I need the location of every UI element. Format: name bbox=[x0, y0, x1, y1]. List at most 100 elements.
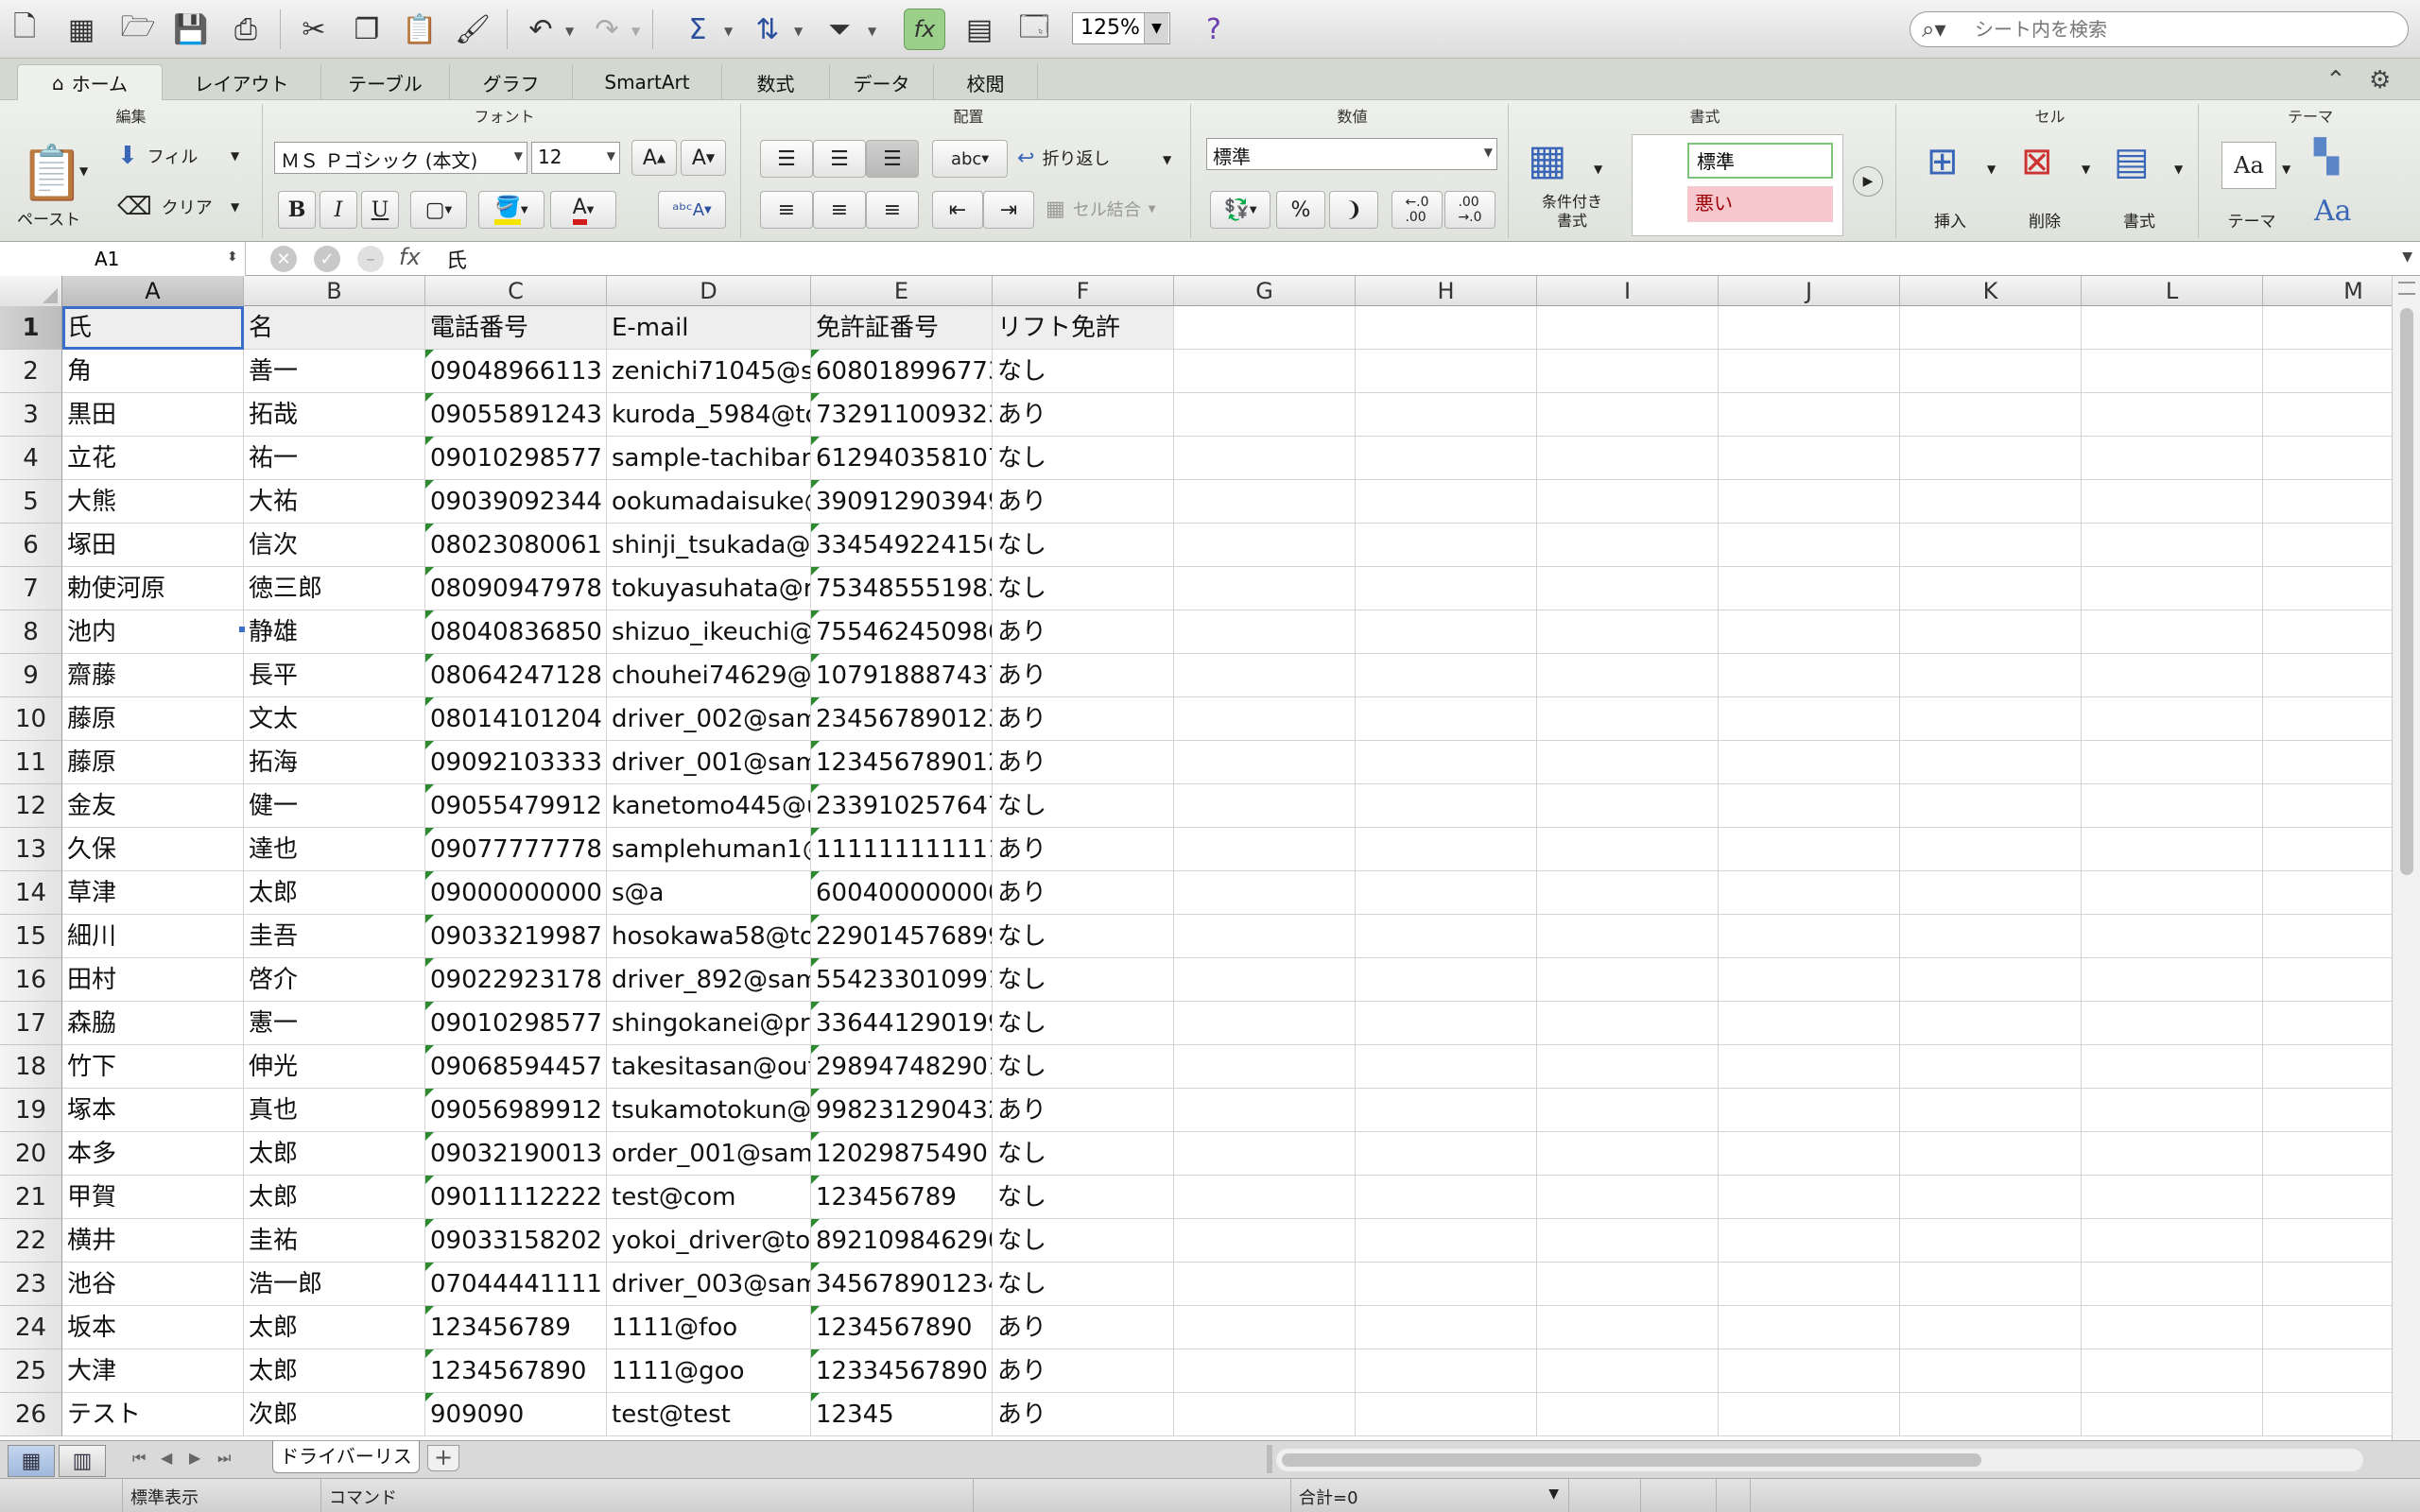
cell-b13[interactable]: 達也 bbox=[244, 828, 425, 871]
row-header[interactable]: 1 bbox=[0, 306, 62, 350]
cell-b19[interactable]: 真也 bbox=[244, 1089, 425, 1132]
cell-h13[interactable] bbox=[1356, 828, 1537, 871]
tab-data[interactable]: データ bbox=[830, 64, 934, 100]
cell-g4[interactable] bbox=[1174, 437, 1356, 480]
cell-j24[interactable] bbox=[1719, 1306, 1900, 1349]
row-header[interactable]: 3 bbox=[0, 393, 62, 437]
cell-c17[interactable]: 09010298577 bbox=[425, 1002, 607, 1045]
row-header[interactable]: 25 bbox=[0, 1349, 62, 1393]
cell-h24[interactable] bbox=[1356, 1306, 1537, 1349]
row-header[interactable]: 18 bbox=[0, 1045, 62, 1089]
cell-e12[interactable]: 233910257647 bbox=[811, 784, 993, 828]
currency-icon[interactable]: 💱 ▼ bbox=[1210, 191, 1270, 229]
fill-button[interactable]: ⬇ フィル bbox=[117, 142, 198, 170]
vertical-scrollbar[interactable] bbox=[2392, 276, 2420, 1440]
cell-i3[interactable] bbox=[1537, 393, 1719, 437]
cell-f12[interactable]: なし bbox=[993, 784, 1174, 828]
cell-c2[interactable]: 09048966113 bbox=[425, 350, 607, 393]
cell-g7[interactable] bbox=[1174, 567, 1356, 610]
cell-b8[interactable]: 静雄 bbox=[244, 610, 425, 654]
column-header-e[interactable]: E bbox=[811, 276, 993, 306]
cell-g25[interactable] bbox=[1174, 1349, 1356, 1393]
cell-b16[interactable]: 啓介 bbox=[244, 958, 425, 1002]
paste-clipboard-icon[interactable]: 📋 bbox=[19, 142, 85, 204]
cell-a20[interactable]: 本多 bbox=[62, 1132, 244, 1176]
row-header[interactable]: 12 bbox=[0, 784, 62, 828]
spreadsheet-grid[interactable]: ABCDEFGHIJKLM 1 氏名電話番号 E-mail 免許証番号 リフト免許 2 角善… bbox=[0, 276, 2392, 1440]
cell-h11[interactable] bbox=[1356, 741, 1537, 784]
toolbox-icon[interactable]: 🗔 bbox=[1013, 9, 1055, 50]
cell-g17[interactable] bbox=[1174, 1002, 1356, 1045]
horizontal-scrollbar[interactable] bbox=[1276, 1449, 2363, 1471]
cell-a12[interactable]: 金友 bbox=[62, 784, 244, 828]
cell-m9[interactable] bbox=[2263, 654, 2392, 697]
cell-b5[interactable]: 大祐 bbox=[244, 480, 425, 524]
cell-k11[interactable] bbox=[1900, 741, 2082, 784]
cell-e7[interactable]: 753485551983 bbox=[811, 567, 993, 610]
cell-h6[interactable] bbox=[1356, 524, 1537, 567]
cell-i4[interactable] bbox=[1537, 437, 1719, 480]
insert-label[interactable]: 挿入 bbox=[1927, 208, 1974, 232]
cell-c22[interactable]: 09033158202 bbox=[425, 1219, 607, 1263]
open-folder-icon[interactable]: 🗁 bbox=[117, 9, 159, 50]
increase-indent-icon[interactable]: ⇥ bbox=[983, 191, 1034, 229]
cell-m16[interactable] bbox=[2263, 958, 2392, 1002]
clear-button[interactable]: ⌫ クリア bbox=[117, 193, 213, 221]
cell-h25[interactable] bbox=[1356, 1349, 1537, 1393]
cell-k24[interactable] bbox=[1900, 1306, 2082, 1349]
tab-table[interactable]: テーブル bbox=[321, 64, 450, 100]
cell-c8[interactable]: 08040836850 bbox=[425, 610, 607, 654]
ribbon-settings-icon[interactable]: ⚙ bbox=[2369, 66, 2391, 94]
phonetic-icon[interactable]: ᵃᵇᶜA ▼ bbox=[658, 191, 726, 229]
cell-c4[interactable]: 09010298577 bbox=[425, 437, 607, 480]
cell-d16[interactable]: driver_892@samp bbox=[607, 958, 811, 1002]
cell-l5[interactable] bbox=[2082, 480, 2263, 524]
last-sheet-icon[interactable]: ⏭ bbox=[217, 1449, 231, 1468]
cell-c12[interactable]: 09055479912 bbox=[425, 784, 607, 828]
cell-l7[interactable] bbox=[2082, 567, 2263, 610]
cancel-entry-icon[interactable]: ✕ bbox=[270, 246, 297, 272]
cell-k10[interactable] bbox=[1900, 697, 2082, 741]
cell-j21[interactable] bbox=[1719, 1176, 1900, 1219]
formula-builder-icon[interactable]: fx bbox=[904, 9, 945, 50]
cell-c19[interactable]: 09056989912 bbox=[425, 1089, 607, 1132]
name-box-stepper-icon[interactable]: ⬍ bbox=[227, 249, 238, 265]
decrease-indent-icon[interactable]: ⇤ bbox=[932, 191, 983, 229]
cell-d22[interactable]: yokoi_driver@tora bbox=[607, 1219, 811, 1263]
cell-e1[interactable]: 免許証番号 bbox=[811, 306, 993, 350]
cell-c23[interactable]: 07044441111 bbox=[425, 1263, 607, 1306]
cell-b22[interactable]: 圭祐 bbox=[244, 1219, 425, 1263]
cell-i13[interactable] bbox=[1537, 828, 1719, 871]
cell-l19[interactable] bbox=[2082, 1089, 2263, 1132]
cell-b20[interactable]: 太郎 bbox=[244, 1132, 425, 1176]
cell-i21[interactable] bbox=[1537, 1176, 1719, 1219]
cell-k23[interactable] bbox=[1900, 1263, 2082, 1306]
row-header[interactable]: 9 bbox=[0, 654, 62, 697]
cell-i2[interactable] bbox=[1537, 350, 1719, 393]
cell-d24[interactable]: 1111@foo bbox=[607, 1306, 811, 1349]
cell-j9[interactable] bbox=[1719, 654, 1900, 697]
cell-l20[interactable] bbox=[2082, 1132, 2263, 1176]
cell-h19[interactable] bbox=[1356, 1089, 1537, 1132]
cell-m25[interactable] bbox=[2263, 1349, 2392, 1393]
cell-h14[interactable] bbox=[1356, 871, 1537, 915]
increase-font-icon[interactable]: A ▲ bbox=[631, 140, 677, 176]
cell-l17[interactable] bbox=[2082, 1002, 2263, 1045]
cell-l2[interactable] bbox=[2082, 350, 2263, 393]
cell-g24[interactable] bbox=[1174, 1306, 1356, 1349]
cell-k1[interactable] bbox=[1900, 306, 2082, 350]
cell-h3[interactable] bbox=[1356, 393, 1537, 437]
undo-icon[interactable]: ↶ bbox=[520, 9, 562, 50]
cell-g16[interactable] bbox=[1174, 958, 1356, 1002]
cell-l26[interactable] bbox=[2082, 1393, 2263, 1436]
fill-color-icon[interactable]: 🪣 ▼ bbox=[478, 191, 544, 229]
cell-l13[interactable] bbox=[2082, 828, 2263, 871]
decrease-font-icon[interactable]: A ▼ bbox=[681, 140, 726, 176]
cell-m21[interactable] bbox=[2263, 1176, 2392, 1219]
row-header[interactable]: 19 bbox=[0, 1089, 62, 1132]
cell-g13[interactable] bbox=[1174, 828, 1356, 871]
cell-f6[interactable]: なし bbox=[993, 524, 1174, 567]
sheet-search[interactable]: ⌕▾ bbox=[1910, 11, 2409, 47]
cell-j16[interactable] bbox=[1719, 958, 1900, 1002]
cell-l23[interactable] bbox=[2082, 1263, 2263, 1306]
